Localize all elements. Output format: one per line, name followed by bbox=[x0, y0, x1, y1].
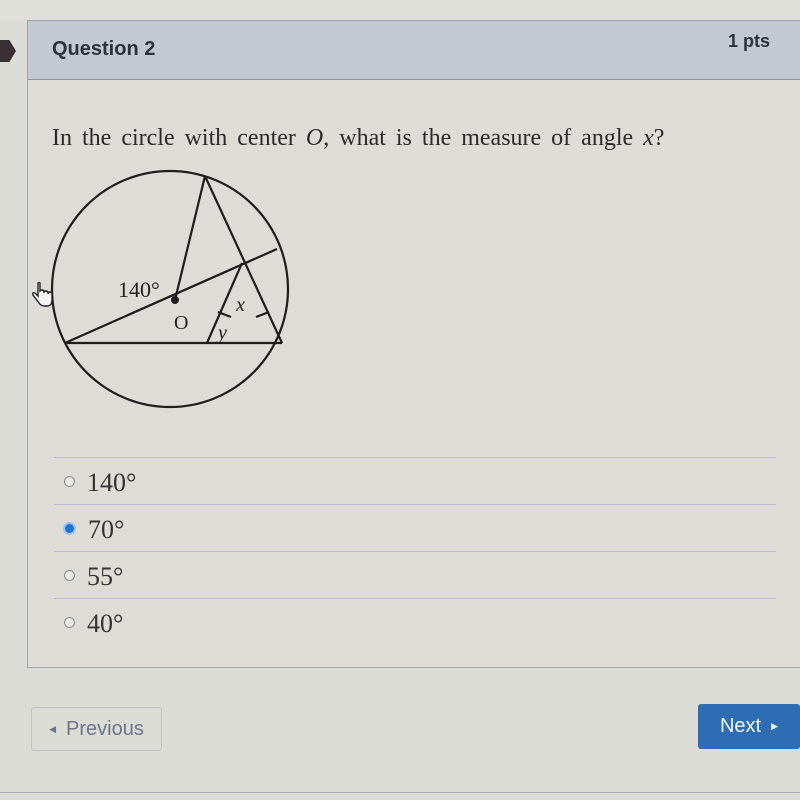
previous-button-label: Previous bbox=[66, 717, 144, 740]
angle-label-y: y bbox=[216, 322, 227, 344]
answer-option[interactable]: 140° bbox=[54, 457, 776, 504]
chord-top-to-right bbox=[204, 175, 283, 344]
previous-button[interactable]: ◀ Previous bbox=[31, 707, 162, 751]
caret-right-icon: ▶ bbox=[771, 721, 779, 731]
circle-outline bbox=[50, 169, 290, 409]
question-text-prefix: In the circle with center bbox=[52, 125, 306, 151]
angle-label-x: x bbox=[235, 294, 245, 316]
footer-divider bbox=[0, 792, 800, 793]
page-top-bar bbox=[0, 0, 800, 20]
question-points: 1 pts bbox=[727, 31, 770, 51]
answer-option[interactable]: 55° bbox=[54, 551, 776, 598]
question-text-middle: , what is the measure of angle bbox=[323, 125, 644, 151]
question-card: Question 2 1 pts In the circle with cent… bbox=[27, 20, 800, 668]
radio-button[interactable] bbox=[64, 616, 75, 628]
question-text-suffix: ? bbox=[653, 125, 665, 151]
center-point bbox=[171, 296, 179, 304]
answer-label: 55° bbox=[87, 562, 124, 591]
hand-pointer-cursor-icon bbox=[32, 282, 53, 307]
circle-diagram: 140° O x y bbox=[50, 169, 290, 409]
angle-label-140: 140° bbox=[118, 277, 160, 302]
question-header: Question 2 1 pts bbox=[28, 21, 800, 80]
center-label-o: O bbox=[174, 312, 188, 334]
tick-mark-right bbox=[255, 310, 270, 319]
answer-label: 140° bbox=[87, 468, 137, 497]
question-var-center: O bbox=[305, 125, 324, 151]
caret-left-icon: ◀ bbox=[49, 723, 57, 734]
radio-button-selected[interactable] bbox=[63, 521, 76, 535]
radius-to-top bbox=[173, 175, 207, 301]
radio-button[interactable] bbox=[64, 569, 75, 581]
question-text: In the circle with center O, what is the… bbox=[52, 125, 664, 152]
radio-button[interactable] bbox=[64, 475, 75, 487]
answer-label: 70° bbox=[88, 515, 125, 544]
answer-list: 140° 70° 55° 40° bbox=[54, 457, 776, 645]
question-flag-marker[interactable] bbox=[0, 40, 16, 62]
next-button[interactable]: Next ▶ bbox=[698, 704, 800, 749]
answer-option[interactable]: 70° bbox=[54, 504, 776, 551]
answer-option[interactable]: 40° bbox=[54, 598, 776, 645]
answer-label: 40° bbox=[87, 609, 124, 638]
question-title: Question 2 bbox=[52, 38, 156, 60]
next-button-label: Next bbox=[719, 715, 762, 737]
question-var-angle: x bbox=[643, 125, 654, 151]
